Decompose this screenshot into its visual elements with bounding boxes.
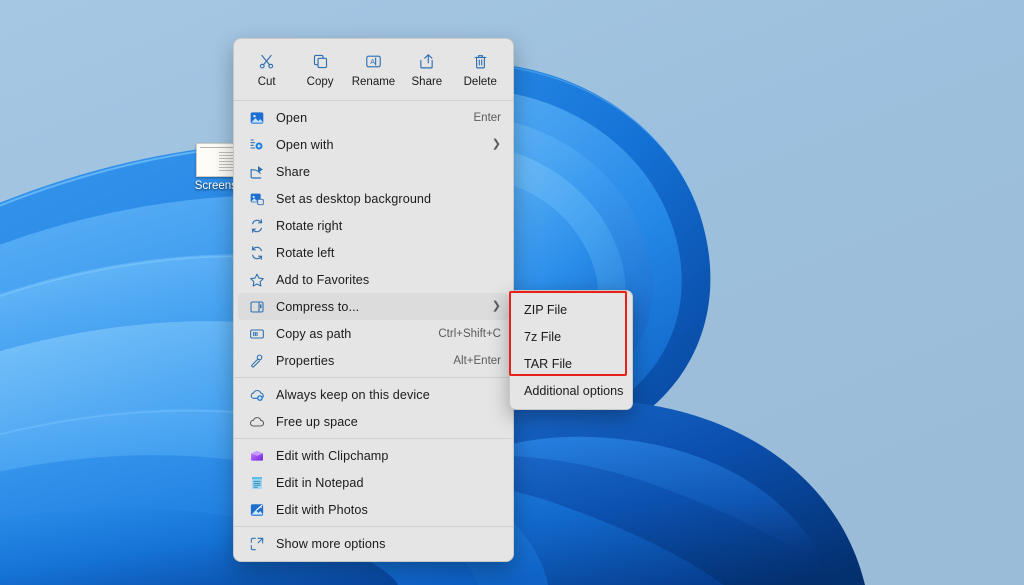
copy-icon <box>312 51 329 71</box>
menu-item-properties-label: Properties <box>276 353 335 368</box>
scissors-icon <box>258 51 275 71</box>
menu-item-open-label: Open <box>276 110 308 125</box>
menu-item-show-more-label: Show more options <box>276 536 386 551</box>
submenu-item-tar-file[interactable]: TAR File <box>514 350 628 377</box>
menu-item-show-more-options[interactable]: Show more options <box>238 530 509 557</box>
compress-to-submenu[interactable]: ZIP File 7z File TAR File Additional opt… <box>509 290 633 410</box>
rotate-left-icon <box>246 245 268 261</box>
rotate-right-icon <box>246 218 268 234</box>
cloud-icon <box>246 414 268 430</box>
menu-item-photos-label: Edit with Photos <box>276 502 368 517</box>
share-icon <box>418 51 435 71</box>
copy-path-icon <box>246 326 268 342</box>
menu-item-edit-with-photos[interactable]: Edit with Photos <box>238 496 509 523</box>
chevron-right-icon: ❯ <box>491 138 501 150</box>
delete-button[interactable]: Delete <box>455 47 505 91</box>
menu-item-compress-label: Compress to... <box>276 299 360 314</box>
star-icon <box>246 272 268 288</box>
clipchamp-icon <box>246 448 268 464</box>
desktop-screen: Screensh Cut Copy A Rename Share Delete … <box>0 0 1024 585</box>
delete-label: Delete <box>463 76 497 88</box>
photo-icon <box>246 110 268 126</box>
svg-text:A: A <box>370 58 375 66</box>
menu-item-share-label: Share <box>276 164 311 179</box>
menu-item-set-bg-label: Set as desktop background <box>276 191 432 206</box>
cut-label: Cut <box>257 76 276 88</box>
menu-item-rotate-right-label: Rotate right <box>276 218 343 233</box>
menu-group-file-actions: Open Enter Open with ❯ Share Set as desk… <box>234 104 513 374</box>
menu-separator <box>234 438 513 439</box>
menu-item-open-with[interactable]: Open with ❯ <box>238 131 509 158</box>
menu-item-rotate-right[interactable]: Rotate right <box>238 212 509 239</box>
menu-item-open-with-label: Open with <box>276 137 334 152</box>
share-label: Share <box>411 76 443 88</box>
cut-button[interactable]: Cut <box>242 47 292 91</box>
menu-item-open-accel: Enter <box>473 111 502 124</box>
context-menu[interactable]: Cut Copy A Rename Share Delete Open Ente… <box>233 38 514 562</box>
menu-group-apps: Edit with Clipchamp Edit in Notepad Edit… <box>234 442 513 523</box>
submenu-item-7z-file[interactable]: 7z File <box>514 323 628 350</box>
photos-icon <box>246 502 268 518</box>
menu-item-compress-to[interactable]: Compress to... ❯ <box>238 293 509 320</box>
rename-button[interactable]: A Rename <box>348 47 398 91</box>
context-menu-toolbar: Cut Copy A Rename Share Delete <box>234 39 513 97</box>
submenu-item-zip-file[interactable]: ZIP File <box>514 296 628 323</box>
chevron-right-icon: ❯ <box>491 300 501 312</box>
menu-item-open[interactable]: Open Enter <box>238 104 509 131</box>
menu-item-copy-path-accel: Ctrl+Shift+C <box>438 327 501 340</box>
menu-item-favorites-label: Add to Favorites <box>276 272 370 287</box>
menu-item-properties-accel: Alt+Enter <box>453 354 501 367</box>
archive-icon <box>246 299 268 315</box>
share-button[interactable]: Share <box>402 47 452 91</box>
menu-item-free-space-label: Free up space <box>276 414 358 429</box>
cloud-keep-icon <box>246 387 268 403</box>
copy-button[interactable]: Copy <box>295 47 345 91</box>
menu-group-onedrive: Always keep on this device Free up space <box>234 381 513 435</box>
menu-group-more: Show more options <box>234 530 513 557</box>
copy-label: Copy <box>306 76 334 88</box>
menu-item-copy-as-path[interactable]: Copy as path Ctrl+Shift+C <box>238 320 509 347</box>
menu-item-share[interactable]: Share <box>238 158 509 185</box>
menu-item-copy-path-label: Copy as path <box>276 326 352 341</box>
menu-item-add-to-favorites[interactable]: Add to Favorites <box>238 266 509 293</box>
menu-item-edit-in-notepad[interactable]: Edit in Notepad <box>238 469 509 496</box>
menu-item-edit-with-clipchamp[interactable]: Edit with Clipchamp <box>238 442 509 469</box>
wrench-icon <box>246 353 268 369</box>
submenu-item-additional-options[interactable]: Additional options <box>514 377 628 404</box>
menu-item-free-up-space[interactable]: Free up space <box>238 408 509 435</box>
menu-item-clipchamp-label: Edit with Clipchamp <box>276 448 389 463</box>
menu-item-set-as-desktop-background[interactable]: Set as desktop background <box>238 185 509 212</box>
desktop-image-icon <box>246 191 268 207</box>
menu-item-rotate-left-label: Rotate left <box>276 245 335 260</box>
menu-item-notepad-label: Edit in Notepad <box>276 475 364 490</box>
menu-item-rotate-left[interactable]: Rotate left <box>238 239 509 266</box>
menu-item-always-keep-label: Always keep on this device <box>276 387 430 402</box>
menu-separator <box>234 377 513 378</box>
share-icon <box>246 164 268 180</box>
rename-icon: A <box>365 51 382 71</box>
menu-separator <box>234 526 513 527</box>
rename-label: Rename <box>351 76 396 88</box>
menu-separator <box>234 100 513 101</box>
menu-item-always-keep-on-device[interactable]: Always keep on this device <box>238 381 509 408</box>
notepad-icon <box>246 475 268 491</box>
open-with-icon <box>246 137 268 153</box>
trash-icon <box>472 51 489 71</box>
expand-icon <box>246 536 268 552</box>
menu-item-properties[interactable]: Properties Alt+Enter <box>238 347 509 374</box>
